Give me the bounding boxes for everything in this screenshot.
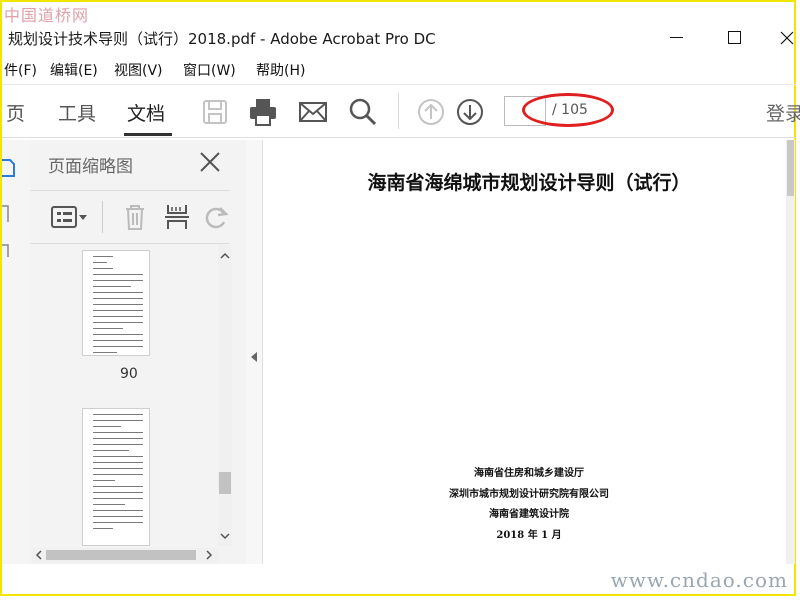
document-title: 海南省海绵城市规划设计导则（试行）	[367, 172, 691, 194]
panel-tools-separator	[102, 201, 103, 233]
window-title: 规划设计技术导则（试行）2018.pdf - Adobe Acrobat Pro…	[8, 30, 436, 48]
publisher-line: 海南省住房和城乡建设厅	[474, 468, 584, 479]
scroll-up-arrow-icon[interactable]	[218, 250, 232, 262]
toolbar: 页 工具 文档 / 105 登录	[2, 84, 800, 138]
thumbnail-tools	[30, 190, 230, 244]
split-page-icon[interactable]	[162, 202, 196, 232]
watermark-bottom: www.cndao.com	[610, 568, 788, 592]
document-date: 2018 年 1 月	[496, 530, 562, 541]
tab-home[interactable]: 页	[6, 99, 25, 126]
thumbnail-page-label: 90	[120, 366, 138, 382]
save-icon[interactable]	[198, 95, 232, 129]
thumbnail-list: 90	[30, 244, 218, 546]
close-icon	[200, 152, 220, 172]
thumbnail-horizontal-scrollbar[interactable]	[32, 548, 218, 562]
document-page-view: 海南省海绵城市规划设计导则（试行） 海南省住房和城乡建设厅 深圳市城市规划设计研…	[263, 140, 795, 564]
bookmark-icon[interactable]	[2, 204, 12, 224]
document-vertical-scrollbar[interactable]	[786, 140, 795, 564]
toolbar-separator	[398, 93, 399, 129]
delete-icon[interactable]	[120, 202, 154, 232]
menu-window[interactable]: 窗口(W)	[183, 60, 236, 80]
page-thumbnail[interactable]	[82, 250, 150, 356]
maximize-button[interactable]	[720, 26, 750, 50]
menu-edit[interactable]: 编辑(E)	[50, 60, 98, 80]
horizontal-scroll-thumb[interactable]	[46, 550, 196, 560]
mail-icon[interactable]	[296, 95, 330, 129]
minimize-button[interactable]	[662, 26, 692, 50]
page-thumbnails-icon[interactable]	[2, 158, 16, 178]
options-menu-icon[interactable]	[50, 202, 87, 232]
close-icon	[780, 31, 794, 45]
active-tab-indicator	[124, 133, 172, 136]
document-scroll-thumb[interactable]	[787, 140, 794, 196]
page-up-icon[interactable]	[414, 95, 448, 129]
scroll-left-arrow-icon[interactable]	[34, 548, 44, 562]
panel-title: 页面缩略图	[48, 157, 133, 177]
page-thumbnail[interactable]	[82, 408, 150, 546]
menu-view[interactable]: 视图(V)	[114, 60, 163, 80]
title-bar: 规划设计技术导则（试行）2018.pdf - Adobe Acrobat Pro…	[2, 22, 796, 54]
panel-collapse-handle[interactable]	[246, 140, 263, 564]
rotate-icon[interactable]	[202, 202, 236, 232]
scroll-down-arrow-icon[interactable]	[218, 530, 232, 542]
menu-file[interactable]: 件(F)	[4, 60, 37, 80]
login-button[interactable]: 登录	[766, 99, 800, 126]
tab-tools[interactable]: 工具	[58, 99, 96, 126]
vertical-scroll-thumb[interactable]	[219, 472, 231, 494]
thumbnail-vertical-scrollbar[interactable]	[218, 244, 232, 546]
close-window-button[interactable]	[772, 26, 800, 50]
print-icon[interactable]	[246, 95, 280, 129]
search-icon[interactable]	[346, 95, 380, 129]
publisher-line: 深圳市城市规划设计研究院有限公司	[449, 489, 609, 500]
annotation-highlight-circle	[522, 93, 614, 127]
page-down-icon[interactable]	[453, 95, 487, 129]
collapse-arrow-icon[interactable]	[248, 350, 260, 364]
publisher-line: 海南省建筑设计院	[489, 509, 569, 520]
page-thumbnails-panel: 页面缩略图 90	[30, 140, 247, 564]
scroll-right-arrow-icon[interactable]	[204, 548, 214, 562]
attachment-icon[interactable]	[2, 244, 12, 258]
close-panel-button[interactable]	[198, 150, 222, 174]
tab-document[interactable]: 文档	[127, 99, 165, 126]
menu-help[interactable]: 帮助(H)	[256, 60, 305, 80]
navigation-icon-strip	[2, 140, 31, 564]
